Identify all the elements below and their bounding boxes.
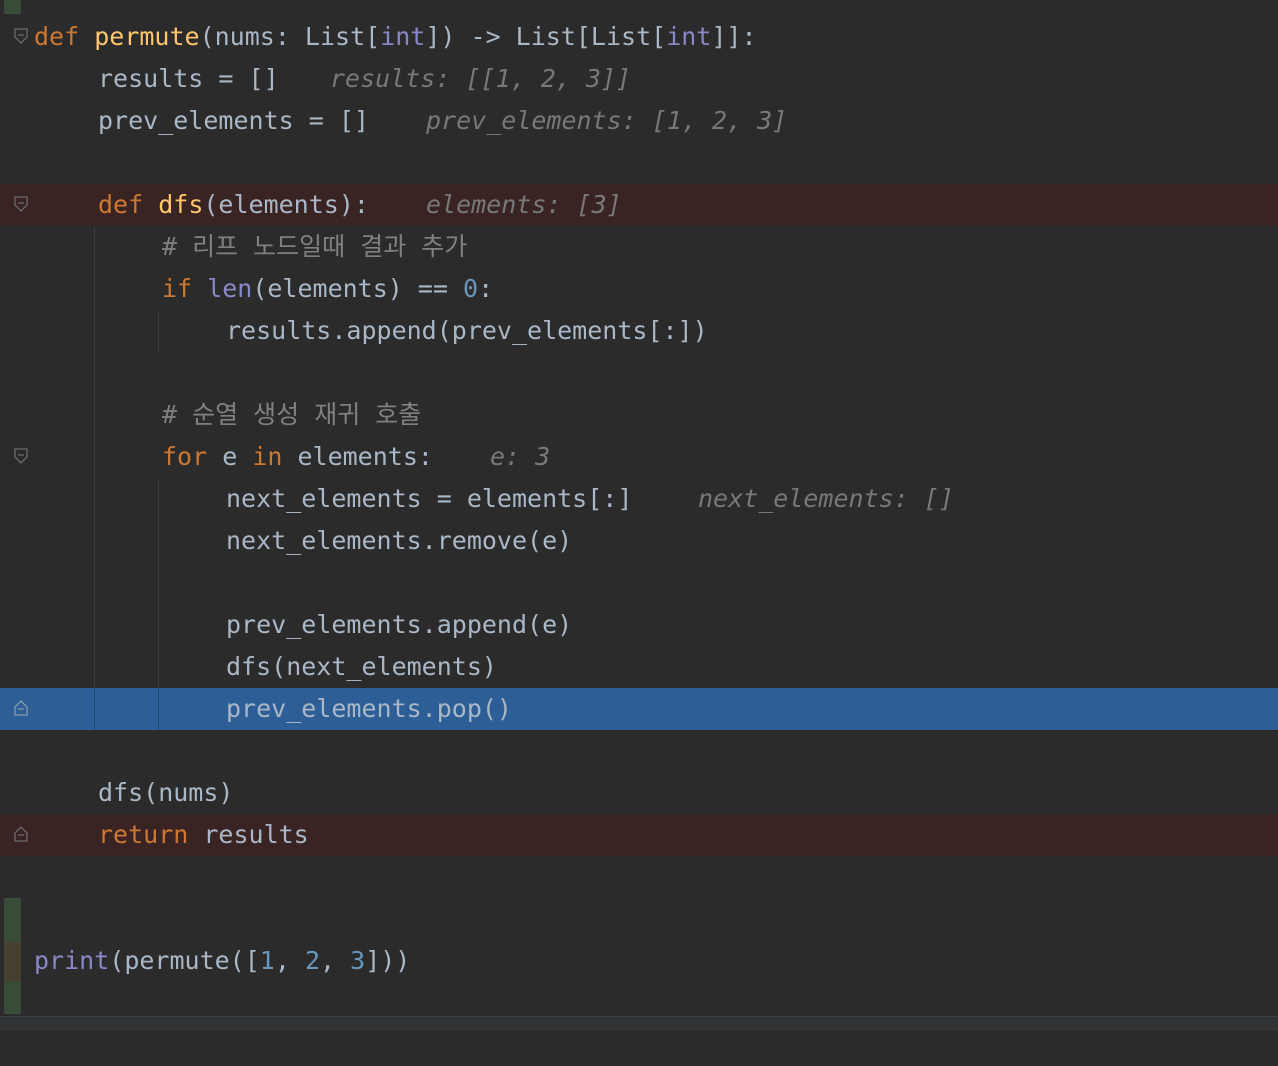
code-text: (permute([ [109, 946, 260, 975]
code-text: ])) [365, 946, 411, 975]
keyword-in: in [252, 442, 283, 471]
inline-debug-value: elements: [3] [426, 190, 622, 219]
function-name-permute: permute [94, 22, 200, 51]
function-name-dfs: dfs [158, 190, 204, 219]
blank-line[interactable] [0, 352, 1278, 394]
code-text: : [478, 274, 494, 303]
number-literal: 3 [350, 946, 366, 975]
builtin-print: print [34, 946, 110, 975]
indent-guide [158, 688, 159, 730]
code-line[interactable]: dfs(next_elements) [0, 646, 1278, 688]
code-line[interactable]: dfs(nums) [0, 772, 1278, 814]
code-text: prev_elements.append(e) [226, 610, 573, 639]
code-comment: # 리프 노드일때 결과 추가 [162, 232, 468, 261]
comment-line[interactable]: # 순열 생성 재귀 호출 [0, 394, 1278, 436]
fold-close-icon[interactable] [14, 700, 28, 716]
code-line-dfs-def-breakpoint[interactable]: def dfs(elements): elements: [3] [0, 184, 1278, 226]
number-literal: 2 [304, 946, 321, 975]
code-text: elements: [282, 442, 433, 471]
blank-line[interactable] [0, 142, 1278, 184]
type-int: int [380, 22, 426, 51]
code-line[interactable]: results = [] results: [[1, 2, 3]] [0, 58, 1278, 100]
number-literal: 1 [259, 946, 275, 975]
code-text: prev_elements = [] [98, 106, 369, 135]
code-text: results [188, 820, 309, 849]
code-text: results = [] [98, 64, 279, 93]
code-text: dfs(nums) [98, 778, 234, 807]
type-int: int [666, 22, 712, 51]
code-line[interactable]: next_elements.remove(e) [0, 520, 1278, 562]
inline-debug-value: e: 3 [490, 442, 551, 471]
code-line[interactable]: results.append(prev_elements[:]) [0, 310, 1278, 352]
inline-debug-value: results: [[1, 2, 3]] [330, 64, 632, 93]
fold-open-icon[interactable] [14, 196, 28, 212]
blank-line[interactable] [0, 856, 1278, 898]
code-comment: # 순열 생성 재귀 호출 [162, 400, 422, 429]
code-text: dfs(next_elements) [226, 652, 497, 681]
keyword-def: def [34, 22, 80, 51]
signature-part: (nums: List[ [199, 22, 381, 51]
inline-debug-value: prev_elements: [1, 2, 3] [426, 106, 788, 135]
code-line[interactable]: prev_elements = [] prev_elements: [1, 2,… [0, 100, 1278, 142]
comment-line[interactable]: # 리프 노드일때 결과 추가 [0, 226, 1278, 268]
code-editor[interactable]: def permute(nums: List[int]) -> List[Lis… [0, 16, 1278, 982]
builtin-len: len [207, 274, 253, 303]
fold-open-icon[interactable] [14, 448, 28, 464]
vcs-change-marker[interactable] [4, 0, 21, 14]
signature-part: ]]: [711, 22, 757, 51]
keyword-def: def [98, 190, 144, 219]
keyword-if: if [162, 274, 193, 303]
current-execution-line[interactable]: prev_elements.pop() [0, 688, 1278, 730]
code-text: (elements) == [252, 274, 464, 303]
inline-debug-value: next_elements: [] [698, 484, 954, 513]
signature-part: ]) -> List[List[ [425, 22, 667, 51]
code-text: next_elements = elements[:] [226, 484, 633, 513]
code-text: next_elements.remove(e) [226, 526, 573, 555]
indent-guide [94, 688, 95, 730]
code-text: , [274, 946, 305, 975]
code-line-for-loop[interactable]: for e in elements: e: 3 [0, 436, 1278, 478]
code-line[interactable]: prev_elements.append(e) [0, 604, 1278, 646]
code-line-return-breakpoint[interactable]: return results [0, 814, 1278, 856]
blank-line[interactable] [0, 730, 1278, 772]
code-line-print[interactable]: print(permute([1, 2, 3])) [0, 940, 1278, 982]
code-line-permute-def[interactable]: def permute(nums: List[int]) -> List[Lis… [0, 16, 1278, 58]
fold-open-icon[interactable] [14, 28, 28, 44]
code-text: e [207, 442, 253, 471]
signature-part: (elements): [203, 190, 369, 219]
editor-bottom-edge [0, 1016, 1278, 1031]
code-line[interactable]: next_elements = elements[:] next_element… [0, 478, 1278, 520]
blank-line[interactable] [0, 898, 1278, 940]
code-text: results.append(prev_elements[:]) [226, 316, 708, 345]
code-text: prev_elements.pop() [226, 694, 512, 723]
code-line[interactable]: if len(elements) == 0: [0, 268, 1278, 310]
keyword-for: for [162, 442, 208, 471]
number-literal: 0 [463, 274, 479, 303]
fold-close-icon[interactable] [14, 826, 28, 842]
keyword-return: return [98, 820, 189, 849]
code-text: , [320, 946, 351, 975]
blank-line[interactable] [0, 562, 1278, 604]
